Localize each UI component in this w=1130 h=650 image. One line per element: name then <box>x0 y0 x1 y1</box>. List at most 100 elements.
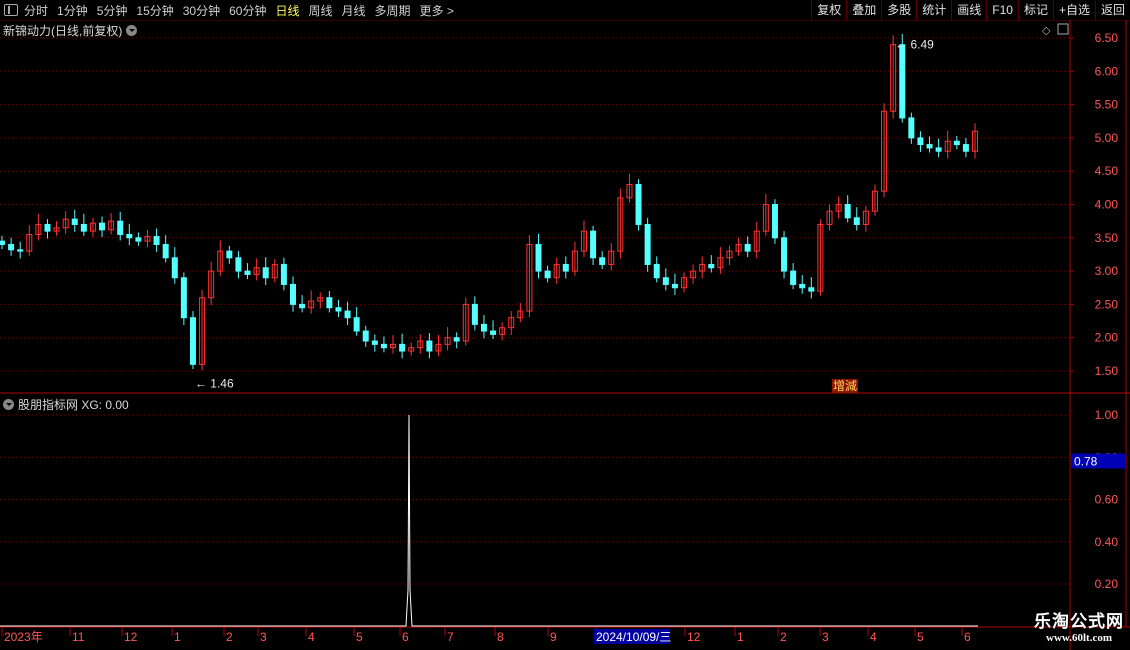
candle-body <box>935 147 942 152</box>
candle-body <box>99 222 106 231</box>
price-tick-label: 3.00 <box>1095 264 1119 278</box>
toolbar-button-4[interactable]: 画线 <box>951 0 986 20</box>
candle-body <box>844 204 851 219</box>
time-axis-label: 1 <box>737 630 744 644</box>
period-tab-2[interactable]: 5分钟 <box>97 2 128 19</box>
period-tab-4[interactable]: 30分钟 <box>183 2 220 19</box>
candle-body <box>89 222 96 232</box>
indicator-tick-label: 0.60 <box>1095 493 1119 507</box>
candle-body <box>117 220 124 235</box>
toolbar-button-0[interactable]: 复权 <box>811 0 846 20</box>
candle-body <box>344 310 351 319</box>
candle-body <box>826 210 833 225</box>
candle-body <box>890 44 897 112</box>
price-tick-label: 4.50 <box>1095 164 1119 178</box>
candle-body <box>808 287 815 292</box>
candle-body <box>253 267 260 275</box>
time-axis-label: 5 <box>356 630 363 644</box>
period-tab-9[interactable]: 多周期 <box>375 2 411 19</box>
time-axis-label: 5 <box>917 630 924 644</box>
time-axis-label: 12 <box>687 630 701 644</box>
period-tab-8[interactable]: 月线 <box>342 2 366 19</box>
candle-body <box>480 323 487 332</box>
candle-body <box>353 317 360 332</box>
candle-body <box>426 340 433 352</box>
candle-body <box>135 237 142 242</box>
toolbar-button-8[interactable]: 返回 <box>1094 0 1130 20</box>
candle-body <box>662 277 669 285</box>
candle-body <box>799 283 806 289</box>
time-axis-label: 6 <box>402 630 409 644</box>
price-tick-label: 5.00 <box>1095 131 1119 145</box>
candle-body <box>499 327 506 335</box>
period-tab-0[interactable]: 分时 <box>24 2 48 19</box>
price-tick-label: 1.50 <box>1095 364 1119 378</box>
indicator-pane-title: 股朋指标网 XG: 0.00 <box>3 396 129 413</box>
price-tick-label: 2.00 <box>1095 331 1119 345</box>
period-tab-1[interactable]: 1分钟 <box>57 2 88 19</box>
chevron-down-icon[interactable] <box>3 399 14 410</box>
period-tab-7[interactable]: 周线 <box>308 2 332 19</box>
period-tab-5[interactable]: 60分钟 <box>229 2 266 19</box>
candle-body <box>653 263 660 279</box>
candle-body <box>608 250 615 265</box>
candle-body <box>153 235 160 245</box>
candle-body <box>262 267 269 279</box>
indicator-tick-label: 0.20 <box>1095 577 1119 591</box>
candle-body <box>717 257 724 269</box>
candle-body <box>126 233 133 239</box>
period-tab-3[interactable]: 15分钟 <box>136 2 173 19</box>
candle-body <box>781 237 788 272</box>
watermark: 乐淘公式网 www.60lt.com <box>1034 607 1124 644</box>
time-axis-label: 9 <box>550 630 557 644</box>
candle-body <box>917 137 924 146</box>
indicator-tick-label: 0.40 <box>1095 535 1119 549</box>
toolbar-button-3[interactable]: 统计 <box>916 0 951 20</box>
candle-body <box>317 297 324 302</box>
candle-body <box>535 243 542 272</box>
candle-body <box>617 197 624 252</box>
candle-body <box>26 233 33 252</box>
indicator-tick-label: 1.00 <box>1095 408 1119 422</box>
candle-body <box>17 249 24 252</box>
time-axis-label: 11 <box>72 630 85 644</box>
period-tab-10[interactable]: 更多 > <box>420 2 454 19</box>
candle-body <box>199 297 206 365</box>
candle-body <box>399 343 406 352</box>
candle-body <box>244 270 251 275</box>
candle-body <box>681 277 688 289</box>
candle-body <box>280 263 287 285</box>
candle-body <box>108 220 115 231</box>
panel-toggle-icon[interactable] <box>4 4 18 16</box>
time-axis-label: 3 <box>822 630 829 644</box>
candle-body <box>562 263 569 272</box>
candle-body <box>908 117 915 139</box>
candle-body <box>526 243 533 312</box>
candle-body <box>217 250 224 272</box>
candle-body <box>444 337 451 345</box>
candle-body <box>972 130 978 152</box>
candle-body <box>899 44 906 119</box>
candle-body <box>490 330 497 335</box>
candle-body <box>962 144 969 152</box>
toolbar-button-1[interactable]: 叠加 <box>846 0 881 20</box>
candle-body <box>408 347 415 352</box>
time-axis-label: 8 <box>497 630 504 644</box>
toolbar-button-6[interactable]: 标记 <box>1017 0 1053 20</box>
candle-body <box>171 257 178 279</box>
price-tick-label: 4.00 <box>1095 198 1119 212</box>
candle-body <box>299 303 306 309</box>
candle-body <box>53 227 60 232</box>
candle-body <box>671 283 678 289</box>
candle-body <box>417 340 424 349</box>
toolbar-button-7[interactable]: +自选 <box>1052 0 1095 20</box>
chevron-down-icon[interactable] <box>126 25 138 36</box>
low-price-annotation: ← 1.46 <box>195 377 234 391</box>
candle-body <box>271 263 278 279</box>
time-axis-label: 7 <box>447 630 454 644</box>
indicator-tick-label: 0.80 <box>1095 450 1119 464</box>
candle-body <box>871 190 878 212</box>
toolbar-button-5[interactable]: F10 <box>986 0 1018 20</box>
toolbar-button-2[interactable]: 多股 <box>881 0 916 20</box>
period-tab-6[interactable]: 日线 <box>275 2 299 19</box>
